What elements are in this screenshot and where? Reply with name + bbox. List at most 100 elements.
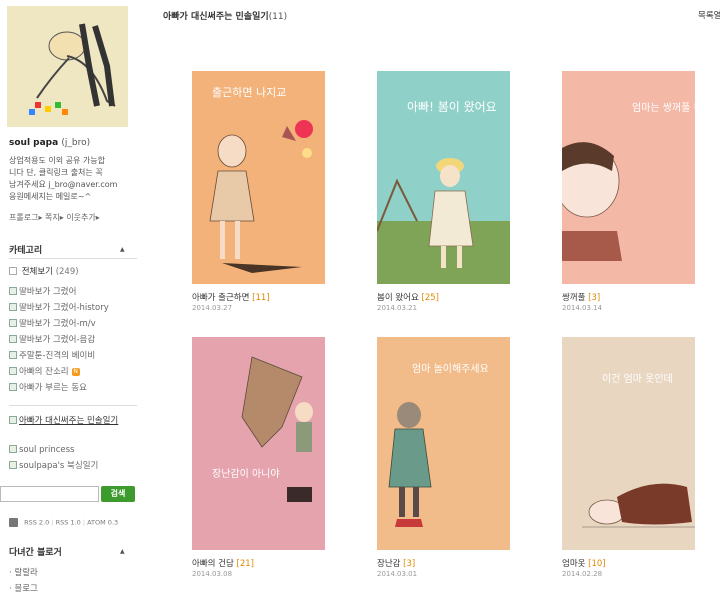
post-title-line[interactable]: 아빠가 출근하면 [11] [192, 291, 270, 303]
category-item[interactable]: 아빠가 부르는 동요 [9, 380, 139, 396]
profile-links: 프롤로그▸ 쪽지▸ 이웃추가▸ [9, 212, 100, 223]
category-title: 카테고리 [9, 246, 43, 256]
post-date: 2014.03.27 [192, 304, 233, 312]
category-all-count: (249) [55, 267, 79, 277]
intro-line: 남겨주세요 j_bro@naver.com [9, 180, 118, 189]
post-title-line[interactable]: 아빠의 건담 [21] [192, 557, 254, 569]
post-date: 2014.03.21 [377, 304, 418, 312]
intro-line: 응원메세지는 메일로~^ [9, 192, 92, 201]
category-list: 딸바보가 그렸어 딸바보가 그렸어-history 딸바보가 그렸어-m/v 딸… [9, 284, 139, 396]
post-thumbnail[interactable]: 엄마는 쌍꺼풀 하지마 [562, 71, 695, 284]
post-illustration: 장난감이 아니야 [192, 337, 325, 550]
category-icon [9, 460, 17, 469]
category-item[interactable]: 딸바보가 그렸어-history [9, 300, 139, 316]
category-icon [9, 286, 17, 295]
neighbor-item[interactable]: · 랄랄라 [9, 566, 38, 578]
search-input[interactable] [0, 486, 99, 502]
post-date: 2014.03.01 [377, 570, 418, 578]
post-date: 2014.02.28 [562, 570, 603, 578]
post-date: 2014.03.14 [562, 304, 603, 312]
profile-illustration [7, 6, 128, 127]
rss2-link[interactable]: RSS 2.0 [24, 519, 49, 527]
blog-id: (j_bro) [61, 138, 91, 148]
post-thumbnail[interactable]: 장난감이 아니야 [192, 337, 325, 550]
comment-count: [10] [588, 559, 606, 569]
category-item[interactable]: soulpapa's 북싱일기 [9, 458, 139, 474]
category-icon [9, 266, 17, 275]
profile-intro: 상업적용도 이외 공유 가능합 니다 단, 클릭링크 출처는 꼭 남겨주세요 j… [9, 155, 131, 203]
category-label: 아빠가 부르는 동요 [19, 383, 87, 393]
neighbor-label: 랄랄라 [14, 568, 38, 578]
category-icon [9, 415, 17, 424]
profile-nickname[interactable]: soul papa (j_bro) [9, 138, 90, 148]
post-thumbnail[interactable]: 출근하면 나지교 [192, 71, 325, 284]
collapse-arrow-icon[interactable]: ▲ [120, 548, 125, 555]
feed-links: RSS 2.0 | RSS 1.0 | ATOM 0.3 [9, 518, 118, 527]
triangle-right-icon: ▸ [38, 213, 43, 222]
art-caption: 출근하면 나지교 [212, 85, 286, 99]
post-count: (11) [268, 12, 288, 22]
post-thumbnail[interactable]: 아빠! 봄이 왔어요 [377, 71, 510, 284]
category-label: soulpapa's 북싱일기 [19, 461, 99, 471]
category-icon [9, 318, 17, 327]
page-title: 아빠가 대신써주는 민솔일기(11) [163, 9, 287, 22]
comment-count: [3] [403, 559, 416, 569]
rss-icon [9, 518, 18, 527]
category-label: 딸바보가 그렸어 [19, 287, 77, 297]
divider [9, 405, 137, 406]
category-item-active[interactable]: 아빠가 대신써주는 민솔일기 [9, 415, 139, 442]
category-all-label: 전체보기 [21, 267, 53, 277]
post-title-line[interactable]: 장난감 [3] [377, 557, 415, 569]
art-caption: 아빠! 봄이 왔어요 [407, 99, 497, 114]
art-caption: 엄마 놀이해주세요 [412, 362, 489, 375]
post-title: 엄마옷 [562, 559, 586, 569]
category-label: 주말툰-진격의 베이비 [19, 351, 96, 361]
category-icon [9, 350, 17, 359]
post-illustration: 출근하면 나지교 [192, 71, 325, 284]
category-name: 아빠가 대신써주는 민솔일기 [163, 12, 269, 22]
triangle-right-icon: ▸ [59, 213, 64, 222]
category-icon [9, 334, 17, 343]
category-item[interactable]: soul princess [9, 442, 139, 458]
prologue-link[interactable]: 프롤로그 [9, 213, 38, 222]
add-neighbor-link[interactable]: 이웃추가 [66, 213, 95, 222]
category-label: 아빠의 잔소리 [19, 367, 69, 377]
category-item[interactable]: 딸바보가 그렸어-음감 [9, 332, 139, 348]
post-title-line[interactable]: 쌍꺼풀 [3] [562, 291, 600, 303]
nickname-text: soul papa [9, 138, 59, 148]
post-title: 쌍꺼풀 [562, 293, 586, 303]
category-list-2: 아빠가 대신써주는 민솔일기 soul princess soulpapa's … [9, 415, 139, 474]
collapse-arrow-icon[interactable]: ▲ [120, 246, 125, 253]
comment-count: [25] [421, 293, 439, 303]
category-item[interactable]: 딸바보가 그렸어 [9, 284, 139, 300]
comment-count: [3] [588, 293, 601, 303]
divider [9, 258, 137, 259]
category-label: 아빠가 대신써주는 민솔일기 [19, 416, 119, 426]
atom-link[interactable]: ATOM 0.3 [87, 519, 118, 527]
sidebar: soul papa (j_bro) 상업적용도 이외 공유 가능합 니다 단, … [0, 0, 140, 594]
search-button[interactable]: 검색 [101, 486, 135, 502]
category-item[interactable]: 아빠의 잔소리 N [9, 364, 139, 380]
category-label: 딸바보가 그렸어-음감 [19, 335, 96, 345]
post-title-line[interactable]: 엄마옷 [10] [562, 557, 606, 569]
category-all[interactable]: 전체보기 (249) [9, 265, 79, 277]
comment-count: [11] [252, 293, 270, 303]
post-illustration: 아빠! 봄이 왔어요 [377, 71, 510, 284]
category-label: soul princess [19, 445, 75, 455]
intro-line: 상업적용도 이외 공유 가능합 [9, 156, 105, 165]
category-item[interactable]: 딸바보가 그렸어-m/v [9, 316, 139, 332]
post-thumbnail[interactable]: 이건 엄마 옷인데 [562, 337, 695, 550]
category-icon [9, 366, 17, 375]
rss1-link[interactable]: RSS 1.0 [56, 519, 81, 527]
art-caption: 장난감이 아니야 [212, 468, 280, 480]
post-title: 장난감 [377, 559, 401, 569]
category-item[interactable]: 주말툰-진격의 베이비 [9, 348, 139, 364]
comment-count: [21] [236, 559, 254, 569]
post-title-line[interactable]: 봄이 왔어요 [25] [377, 291, 439, 303]
profile-image[interactable] [7, 6, 128, 127]
message-link[interactable]: 쪽지 [45, 213, 60, 222]
category-label: 딸바보가 그렸어-history [19, 303, 109, 313]
list-open-link[interactable]: 목록열기 [698, 9, 720, 21]
post-thumbnail[interactable]: 엄마 놀이해주세요 [377, 337, 510, 550]
neighbor-item[interactable]: · 블로그 [9, 582, 38, 594]
